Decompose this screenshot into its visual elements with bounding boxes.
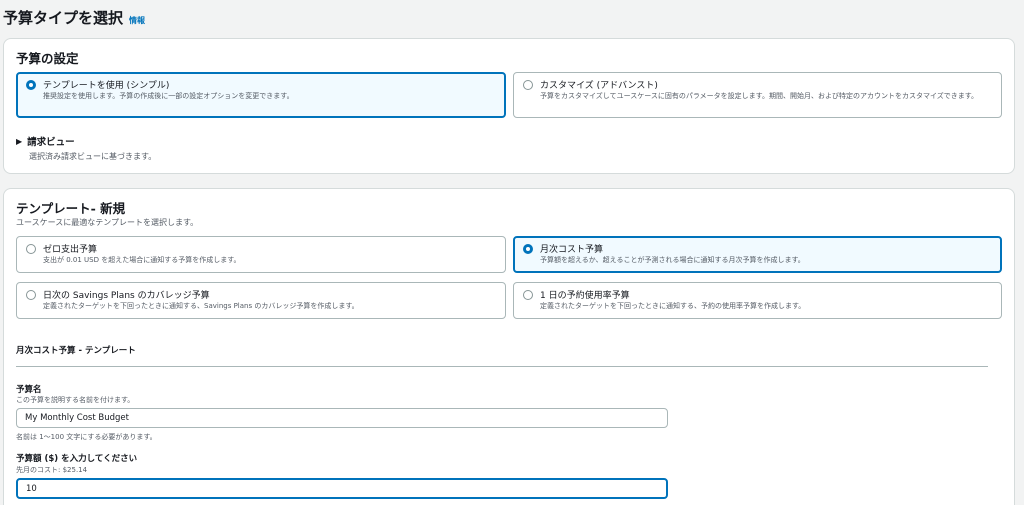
monthly-cost-label: 月次コスト予算 [540,245,604,255]
budget-name-input[interactable] [16,408,668,428]
budget-name-constraint: 名前は 1〜100 文字にする必要があります。 [16,433,157,441]
reservation-utilization-tile[interactable]: 1 日の予約使用率予算 定義されたターゲットを下回ったときに通知する、予約の使用… [513,282,1002,319]
templates-container: テンプレート- 新規 ユースケースに最適なテンプレートを選択します。 ゼロ支出予… [3,188,1015,505]
template-option-description: 推奨設定を使用します。予算の作成後に一部の設定オプションを変更できます。 [43,92,294,100]
savings-plans-tile[interactable]: 日次の Savings Plans のカバレッジ予算 定義されたターゲットを下回… [16,282,506,319]
radio-unselected-icon[interactable] [26,244,36,254]
budget-amount-label: 予算額 ($) を入力してください [16,454,138,464]
reservation-utilization-description: 定義されたターゲットを下回ったときに通知する、予約の使用率予算を作成します。 [540,302,806,310]
customize-option-description: 予算をカスタマイズしてユースケースに固有のパラメータを設定します。期間、開始月、… [540,92,979,100]
radio-unselected-icon[interactable] [523,290,533,300]
monthly-cost-description: 予算額を超えるか、超えることが予測される場合に通知する月次予算を作成します。 [540,256,805,264]
budget-name-description: この予算を説明する名前を付けます。 [16,396,135,404]
radio-selected-icon[interactable] [26,80,36,90]
budget-amount-description: 先月のコスト: $25.14 [16,466,88,474]
savings-plans-label: 日次の Savings Plans のカバレッジ予算 [43,291,210,301]
reservation-utilization-label: 1 日の予約使用率予算 [540,291,630,301]
billing-view-description: 選択済み請求ビューに基づきます。 [29,152,157,161]
templates-title: テンプレート- 新規 [16,201,126,216]
page-title: 予算タイプを選択 [3,9,124,27]
radio-selected-icon[interactable] [523,244,533,254]
template-option-tile[interactable]: テンプレートを使用 (シンプル) 推奨設定を使用します。予算の作成後に一部の設定… [16,72,506,118]
caret-right-icon: ▶ [16,136,23,146]
customize-option-label: カスタマイズ (アドバンスト) [540,81,658,91]
template-subheading: 月次コスト予算 - テンプレート [16,346,136,356]
billing-view-expander: ▶ 請求ビュー 選択済み請求ビューに基づきます。 [16,134,156,162]
radio-unselected-icon[interactable] [26,290,36,300]
monthly-cost-tile[interactable]: 月次コスト予算 予算額を超えるか、超えることが予測される場合に通知する月次予算を… [513,236,1002,273]
page-header: 予算タイプを選択 情報 [3,7,145,28]
zero-spend-tile[interactable]: ゼロ支出予算 支出が 0.01 USD を超えた場合に通知する予算を作成します。 [16,236,506,273]
budget-name-label: 予算名 [16,385,42,395]
template-option-label: テンプレートを使用 (シンプル) [43,81,170,91]
divider [16,366,988,367]
radio-unselected-icon[interactable] [523,80,533,90]
customize-option-tile[interactable]: カスタマイズ (アドバンスト) 予算をカスタマイズしてユースケースに固有のパラメ… [513,72,1002,118]
templates-description: ユースケースに最適なテンプレートを選択します。 [16,218,199,227]
billing-view-label: 請求ビュー [27,137,75,148]
budget-settings-title: 予算の設定 [16,51,79,66]
billing-view-toggle[interactable]: ▶ 請求ビュー [16,134,156,149]
budget-settings-container: 予算の設定 テンプレートを使用 (シンプル) 推奨設定を使用します。予算の作成後… [3,38,1015,174]
info-link[interactable]: 情報 [129,15,145,26]
budget-amount-input[interactable] [16,478,668,499]
zero-spend-description: 支出が 0.01 USD を超えた場合に通知する予算を作成します。 [43,256,241,264]
zero-spend-label: ゼロ支出予算 [43,245,98,255]
savings-plans-description: 定義されたターゲットを下回ったときに通知する、Savings Plans のカバ… [43,302,359,310]
